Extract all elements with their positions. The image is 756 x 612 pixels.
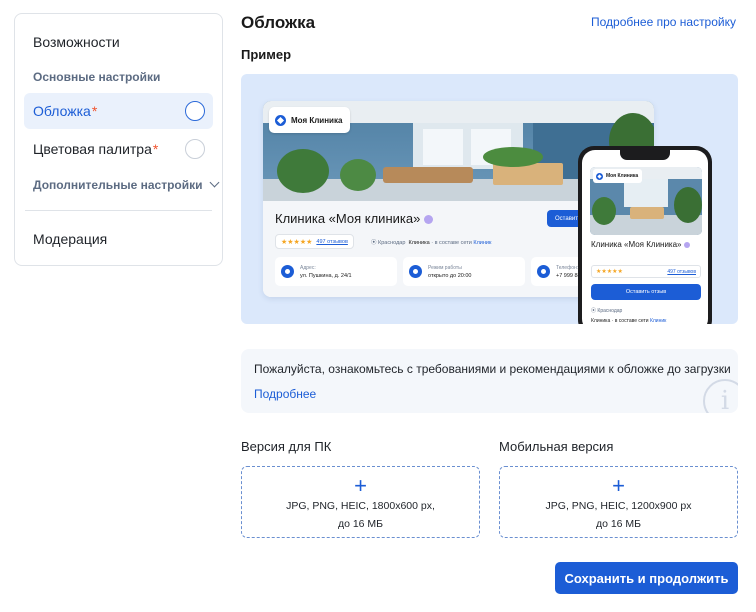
clinic-logo-text: Моя Клиника [606, 173, 639, 179]
required-mark: * [91, 103, 98, 119]
clinic-city: Краснодар [378, 240, 406, 246]
hours-card: Режим работы открыто до 20:00 [403, 257, 525, 286]
clinic-network-prefix: · в составе сети [431, 240, 472, 246]
reviews-count: 497 отзывов [316, 238, 348, 245]
step-status-radio [185, 101, 205, 121]
clinic-network-prefix: · в составе сети [611, 318, 649, 324]
page: Возможности Основные настройки Обложка * … [0, 0, 756, 612]
sidebar-item-label: Обложка [33, 103, 91, 119]
rating-badge: ★★★★★ 497 отзывов [275, 234, 354, 249]
rating-stars-icon: ★★★★★ [281, 238, 313, 246]
clinic-logo-icon [275, 114, 286, 126]
notice-text: Пожалуйста, ознакомьтесь с требованиями … [254, 362, 731, 376]
settings-help-link[interactable]: Подробнее про настройку [591, 15, 736, 29]
address-label: Адрес: [300, 264, 316, 271]
clinic-city: Краснодар [597, 308, 623, 314]
dropzone-size: до 16 МБ [337, 518, 384, 530]
mobile-cover-dropzone[interactable]: + JPG, PNG, HEIC, 1200x900 px до 16 МБ [499, 466, 738, 538]
clinic-logo-text: Моя Клиника [291, 115, 343, 125]
clinic-name: Клиника «Моя клиника» [275, 211, 434, 226]
hours-value: открыто до 20:00 [428, 272, 472, 279]
clinic-logo-icon [596, 172, 603, 180]
phone-notch [620, 150, 670, 160]
rating-badge-mobile: ★★★★★ 497 отзывов [591, 265, 701, 278]
reviews-count: 497 отзывов [667, 268, 696, 275]
dropzone-formats: JPG, PNG, HEIC, 1200x900 px [545, 500, 692, 512]
sidebar-item-cover[interactable]: Обложка * [24, 93, 213, 129]
clinic-type: Клиника [591, 318, 611, 324]
clinic-logo-badge: Моя Клиника [269, 107, 351, 133]
page-title: Обложка [241, 13, 316, 32]
sidebar-item-moderation[interactable]: Модерация [24, 221, 213, 257]
location-pin-icon [281, 265, 294, 278]
clinic-logo-badge-mobile: Моя Клиника [593, 169, 643, 183]
settings-sidebar: Возможности Основные настройки Обложка * … [14, 13, 223, 266]
desktop-upload-label: Версия для ПК [241, 439, 332, 454]
clinic-network: Клиник [649, 318, 667, 324]
location-icon: ⦿ [371, 240, 377, 246]
dropzone-formats: JPG, PNG, HEIC, 1800x600 px, [286, 500, 435, 512]
sidebar-item-label: Возможности [33, 34, 120, 50]
step-status-radio [185, 139, 205, 159]
clinic-name-text: Клиника «Моя Клиника» [591, 240, 682, 249]
clinic-name-text: Клиника «Моя клиника» [275, 211, 421, 226]
clinic-network: Клиник [473, 240, 492, 246]
sidebar-item-palette[interactable]: Цветовая палитра * [24, 131, 213, 167]
clinic-meta: ⦿ Краснодар Клиника · в составе сети Кли… [371, 238, 491, 246]
mobile-preview-screen: Моя Клиника Клиника «Моя Клиника» ★★★★★ … [582, 150, 708, 324]
required-mark: * [152, 141, 159, 157]
sidebar-section-label: Основные настройки [33, 70, 161, 84]
plus-icon: + [612, 473, 625, 498]
requirements-notice: Пожалуйста, ознакомьтесь с требованиями … [241, 349, 738, 413]
sidebar-item-label: Цветовая палитра [33, 141, 152, 157]
example-heading: Пример [241, 47, 292, 62]
desktop-cover-dropzone[interactable]: + JPG, PNG, HEIC, 1800x600 px, до 16 МБ [241, 466, 480, 538]
location-icon: ⦿ [591, 308, 597, 314]
cover-preview: Моя Клиника Клиника «Моя клиника» Остави… [241, 74, 738, 324]
plus-icon: + [354, 473, 367, 498]
chevron-down-icon [209, 177, 219, 188]
sidebar-item-features[interactable]: Возможности [24, 24, 213, 60]
sidebar-section-label: Дополнительные настройки [33, 178, 203, 192]
address-card: Адрес: ул. Пушкина, д. 24/1 [275, 257, 397, 286]
sidebar-divider [25, 210, 212, 211]
dropzone-size: до 16 МБ [595, 518, 642, 530]
sidebar-section-extra[interactable]: Дополнительные настройки [33, 177, 219, 192]
info-icon: i [703, 379, 738, 413]
rating-stars-icon: ★★★★★ [596, 269, 623, 275]
save-and-continue-button[interactable]: Сохранить и продолжить [555, 562, 738, 594]
hours-label: Режим работы [428, 264, 462, 271]
verified-icon [683, 241, 690, 248]
mobile-upload-label: Мобильная версия [499, 439, 614, 454]
mobile-preview-phone: Моя Клиника Клиника «Моя Клиника» ★★★★★ … [578, 146, 712, 324]
clinic-name-mobile: Клиника «Моя Клиника» [591, 240, 701, 250]
address-value: ул. Пушкина, д. 24/1 [300, 272, 352, 279]
notice-more-link[interactable]: Подробнее [254, 387, 316, 401]
clinic-type: Клиника [408, 240, 430, 246]
sidebar-section-basic: Основные настройки [33, 70, 160, 84]
clinic-city-mobile: ⦿ Краснодар [591, 307, 622, 314]
leave-review-button-preview-mobile: Оставить отзыв [591, 284, 701, 300]
sidebar-item-label: Модерация [33, 231, 108, 247]
verified-icon [424, 215, 434, 225]
phone-icon [537, 265, 550, 278]
clinic-meta-mobile: Клиника · в составе сети Клиник [591, 318, 666, 324]
clock-icon [409, 265, 422, 278]
